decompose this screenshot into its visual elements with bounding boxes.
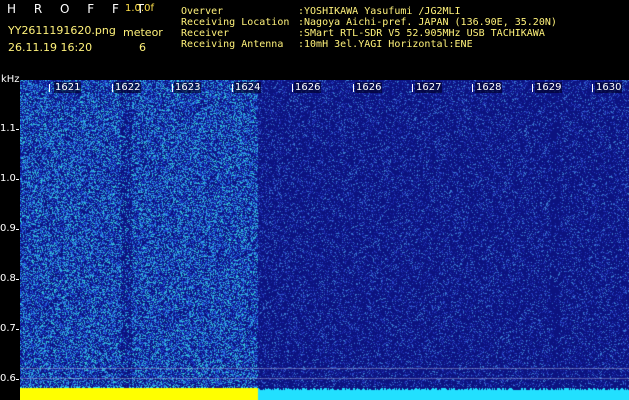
minute-marker bbox=[172, 84, 173, 92]
spectrogram-canvas bbox=[20, 80, 629, 400]
station-info-key: Receiving Location bbox=[181, 17, 290, 28]
minute-label: 1630 bbox=[595, 82, 623, 93]
station-info-row: Receiving Antenna :10mH 3el.YAGI Horizont… bbox=[181, 39, 557, 50]
event-count: 6 bbox=[139, 41, 146, 54]
station-info: Overver :YOSHIKAWA Yasufumi /JG2MLI Recei… bbox=[181, 6, 557, 50]
minute-label: 1623 bbox=[174, 82, 202, 93]
event-type-label: meteor bbox=[123, 26, 163, 39]
station-info-row: Overver :YOSHIKAWA Yasufumi /JG2MLI bbox=[181, 6, 557, 17]
minute-label: 1629 bbox=[535, 82, 563, 93]
minute-marker bbox=[472, 84, 473, 92]
y-tick-label: 0.7 bbox=[0, 323, 16, 334]
y-tick: 0.7 bbox=[0, 323, 19, 334]
minute-marker bbox=[232, 84, 233, 92]
minute-label: 1621 bbox=[54, 82, 82, 93]
minute-label: 1626 bbox=[294, 82, 322, 93]
minute-label: 1626 bbox=[355, 82, 383, 93]
station-info-value: :SMart RTL-SDR V5 52.905MHz USB TACHIKAW… bbox=[298, 28, 545, 39]
y-tick-label: 0.8 bbox=[0, 273, 16, 284]
station-info-key: Receiving Antenna bbox=[181, 39, 284, 50]
minute-label: 1624 bbox=[234, 82, 262, 93]
station-info-value: :10mH 3el.YAGI Horizontal:ENE bbox=[298, 39, 473, 50]
station-info-value: :YOSHIKAWA Yasufumi /JG2MLI bbox=[298, 6, 461, 17]
app-version: 1.0.0f bbox=[125, 3, 154, 14]
frequency-axis: 1.1 1.0 0.9 0.8 0.7 0.6 bbox=[0, 80, 19, 400]
y-tick: 0.9 bbox=[0, 223, 19, 234]
y-tick-label: 0.9 bbox=[0, 223, 16, 234]
header-panel: H R O F F T 1.0.0f YY2611191620.png 26.1… bbox=[0, 0, 629, 78]
minute-label: 1622 bbox=[114, 82, 142, 93]
minute-label: 1628 bbox=[475, 82, 503, 93]
minute-marker bbox=[532, 84, 533, 92]
y-tick-label: 1.1 bbox=[0, 123, 16, 134]
y-tick: 1.1 bbox=[0, 123, 19, 134]
y-tick: 1.0 bbox=[0, 173, 19, 184]
station-info-key: Overver bbox=[181, 6, 224, 17]
capture-datetime: 26.11.19 16:20 bbox=[8, 41, 93, 54]
minute-marker bbox=[292, 84, 293, 92]
minute-marker bbox=[412, 84, 413, 92]
y-tick-label: 1.0 bbox=[0, 173, 16, 184]
station-info-row: Receiver :SMart RTL-SDR V5 52.905MHz USB … bbox=[181, 28, 557, 39]
station-info-value: :Nagoya Aichi-pref. JAPAN (136.90E, 35.2… bbox=[298, 17, 557, 28]
y-tick-label: 0.6 bbox=[0, 373, 16, 384]
minute-marker bbox=[353, 84, 354, 92]
minute-label: 1627 bbox=[415, 82, 443, 93]
station-info-row: Receiving Location :Nagoya Aichi-pref. JA… bbox=[181, 17, 557, 28]
station-info-key: Receiver bbox=[181, 28, 230, 39]
minute-marker bbox=[112, 84, 113, 92]
image-filename: YY2611191620.png bbox=[8, 24, 116, 37]
y-tick: 0.8 bbox=[0, 273, 19, 284]
minute-marker bbox=[592, 84, 593, 92]
y-tick: 0.6 bbox=[0, 373, 19, 384]
spectrogram[interactable] bbox=[20, 80, 629, 400]
minute-marker bbox=[49, 84, 50, 92]
